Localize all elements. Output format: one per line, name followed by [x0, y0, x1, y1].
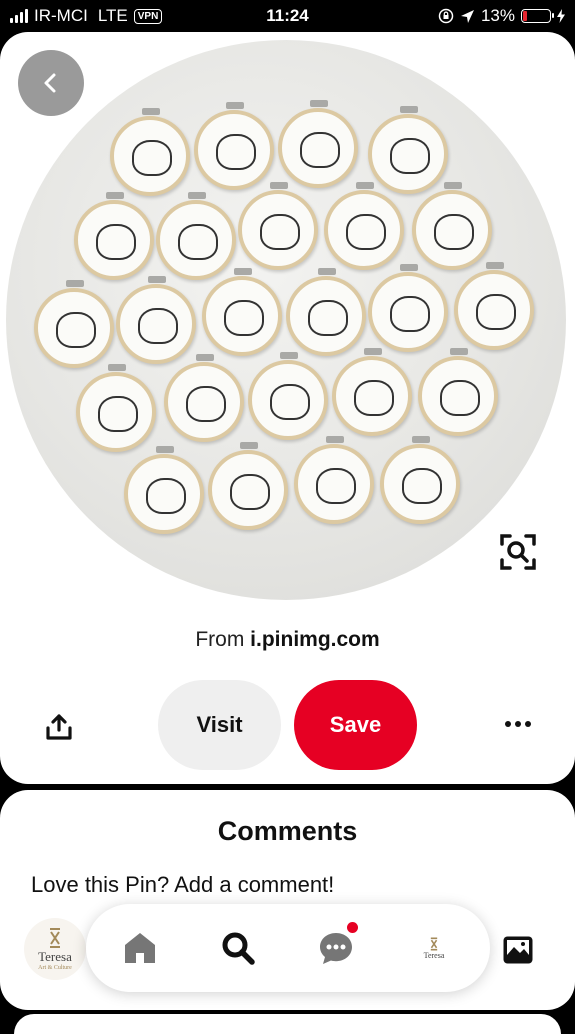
- hoop-dog: [76, 364, 156, 452]
- nav-search[interactable]: [214, 924, 262, 972]
- rotation-lock-icon: [438, 8, 454, 24]
- hoop-bee: [248, 352, 328, 440]
- visit-button[interactable]: Visit: [158, 680, 281, 770]
- share-icon: [46, 714, 72, 740]
- more-dot-icon: [515, 721, 521, 727]
- nav-profile[interactable]: Teresa: [410, 924, 458, 972]
- nav-messages[interactable]: [312, 922, 360, 972]
- share-button[interactable]: [40, 708, 78, 746]
- pin-image[interactable]: [6, 40, 566, 600]
- bottom-nav-bar: Teresa: [86, 904, 490, 992]
- hoop-hippo: [380, 436, 460, 524]
- profile-icon: [430, 936, 438, 951]
- hoop-bear: [34, 280, 114, 368]
- hoop-cow: [124, 446, 204, 534]
- hoop-hamster: [164, 354, 244, 442]
- visual-search-button[interactable]: [496, 530, 540, 574]
- source-prefix: From: [195, 628, 245, 651]
- more-dot-icon: [505, 721, 511, 727]
- brand-name: Teresa: [38, 949, 72, 964]
- nav-home[interactable]: [116, 924, 164, 972]
- hoop-flamingo: [368, 264, 448, 352]
- source-domain[interactable]: i.pinimg.com: [250, 628, 380, 651]
- gallery-button[interactable]: [498, 930, 538, 970]
- home-icon: [125, 933, 155, 963]
- charging-icon: [557, 9, 565, 23]
- hoop-llama: [294, 436, 374, 524]
- hoop-elephant: [286, 268, 366, 356]
- battery-icon: [521, 9, 554, 23]
- messages-icon: [320, 933, 352, 964]
- hoop-fox: [278, 100, 358, 188]
- image-icon: [503, 936, 533, 964]
- comments-title: Comments: [217, 816, 358, 846]
- back-button[interactable]: [18, 50, 84, 116]
- hoop-sloth: [208, 442, 288, 530]
- brand-logo-icon: [50, 928, 60, 948]
- hoop-beaver: [324, 182, 404, 270]
- status-bar: IR-MCI LTE VPN 11:24 13%: [0, 0, 575, 32]
- more-dot-icon: [525, 721, 531, 727]
- hoop-penguin: [454, 262, 534, 350]
- visual-search-icon: [500, 534, 536, 570]
- chevron-left-icon: [44, 73, 56, 93]
- hoop-bunny: [412, 182, 492, 270]
- profile-name: Teresa: [423, 950, 445, 960]
- hoop-grumpy-cat: [238, 182, 318, 270]
- comment-prompt[interactable]: Love this Pin? Add a comment!: [31, 872, 334, 898]
- next-card-edge: [14, 1014, 561, 1034]
- brand-tagline: Art & Culture: [38, 965, 72, 971]
- pin-source[interactable]: From i.pinimg.com: [0, 628, 575, 652]
- hoop-cat: [156, 192, 236, 280]
- hoop-sheep: [110, 108, 190, 196]
- save-button[interactable]: Save: [294, 680, 417, 770]
- pin-card: From i.pinimg.com Visit Save: [0, 32, 575, 784]
- hoop-moose: [332, 348, 412, 436]
- location-icon: [460, 9, 474, 23]
- profile-avatar[interactable]: Teresa Art & Culture: [24, 918, 86, 980]
- notification-dot: [347, 922, 358, 933]
- more-options-button[interactable]: [498, 714, 538, 734]
- search-icon: [222, 932, 255, 965]
- hoop-poodle: [74, 192, 154, 280]
- hoop-giraffe: [202, 268, 282, 356]
- battery-percent: 13%: [480, 6, 515, 25]
- hoop-hedgehog: [368, 106, 448, 194]
- hoop-kitten: [116, 276, 196, 364]
- hoop-meerkat: [418, 348, 498, 436]
- hoop-octopus: [194, 102, 274, 190]
